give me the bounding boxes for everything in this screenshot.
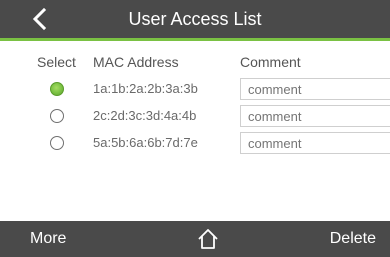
select-radio[interactable] xyxy=(50,109,64,123)
access-list: Select MAC Address Comment 1a:1b:2a:2b:3… xyxy=(0,41,390,221)
delete-button[interactable]: Delete xyxy=(330,221,376,257)
comment-field[interactable] xyxy=(240,132,390,154)
column-header-comment: Comment xyxy=(240,54,301,70)
select-radio[interactable] xyxy=(50,136,64,150)
column-header-mac-address: MAC Address xyxy=(93,54,179,70)
mac-address: 2c:2d:3c:3d:4a:4b xyxy=(93,108,197,123)
page-title: User Access List xyxy=(128,9,262,29)
table-row: 2c:2d:3c:3d:4a:4b xyxy=(0,105,390,129)
table-row: 5a:5b:6a:6b:7d:7e xyxy=(0,132,390,156)
select-radio[interactable] xyxy=(50,82,64,96)
footer-bar: More Delete xyxy=(0,221,390,257)
more-button[interactable]: More xyxy=(30,221,66,257)
table-row: 1a:1b:2a:2b:3a:3b xyxy=(0,78,390,102)
comment-field[interactable] xyxy=(240,105,390,127)
header-bar: User Access List xyxy=(0,0,390,41)
column-header-select: Select xyxy=(37,54,76,70)
comment-field[interactable] xyxy=(240,78,390,100)
home-icon[interactable] xyxy=(196,227,220,251)
mac-address: 5a:5b:6a:6b:7d:7e xyxy=(93,135,198,150)
mac-address: 1a:1b:2a:2b:3a:3b xyxy=(93,81,198,96)
